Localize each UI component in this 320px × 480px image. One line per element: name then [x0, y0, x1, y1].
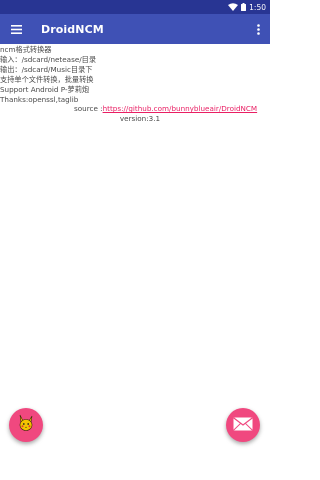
pikachu-icon	[16, 413, 36, 437]
info-line: 输入：/sdcard/netease/目录	[0, 54, 97, 64]
info-line: Support Android P-萝莉炮	[0, 84, 90, 94]
app-title: DroidNCM	[41, 22, 104, 36]
info-line: 支持单个文件转换，批量转换	[0, 74, 94, 84]
status-time: 1:50	[249, 2, 266, 12]
info-line: Thanks:openssl,taglib	[0, 94, 79, 104]
more-vert-icon[interactable]	[250, 14, 266, 44]
source-label: source :	[74, 104, 103, 114]
mail-fab[interactable]	[226, 408, 260, 442]
app-bar: DroidNCM	[0, 14, 270, 44]
source-link[interactable]: https://github.com/bunnyblueair/DroidNCM	[103, 104, 258, 113]
version-label: version:3.1	[119, 114, 161, 124]
battery-icon	[241, 3, 247, 11]
mail-icon	[233, 416, 253, 435]
wifi-icon	[228, 3, 239, 11]
source-row: source :https://github.com/bunnyblueair/…	[74, 104, 270, 114]
status-bar: 1:50	[0, 0, 270, 14]
info-text: ncm格式转换器 输入：/sdcard/netease/目录 输出：/sdcar…	[0, 45, 270, 124]
pikachu-fab[interactable]	[9, 408, 43, 442]
menu-icon[interactable]	[1, 14, 31, 44]
info-line: 输出：/sdcard/Music目录下	[0, 64, 93, 74]
info-line: ncm格式转换器	[0, 45, 52, 54]
